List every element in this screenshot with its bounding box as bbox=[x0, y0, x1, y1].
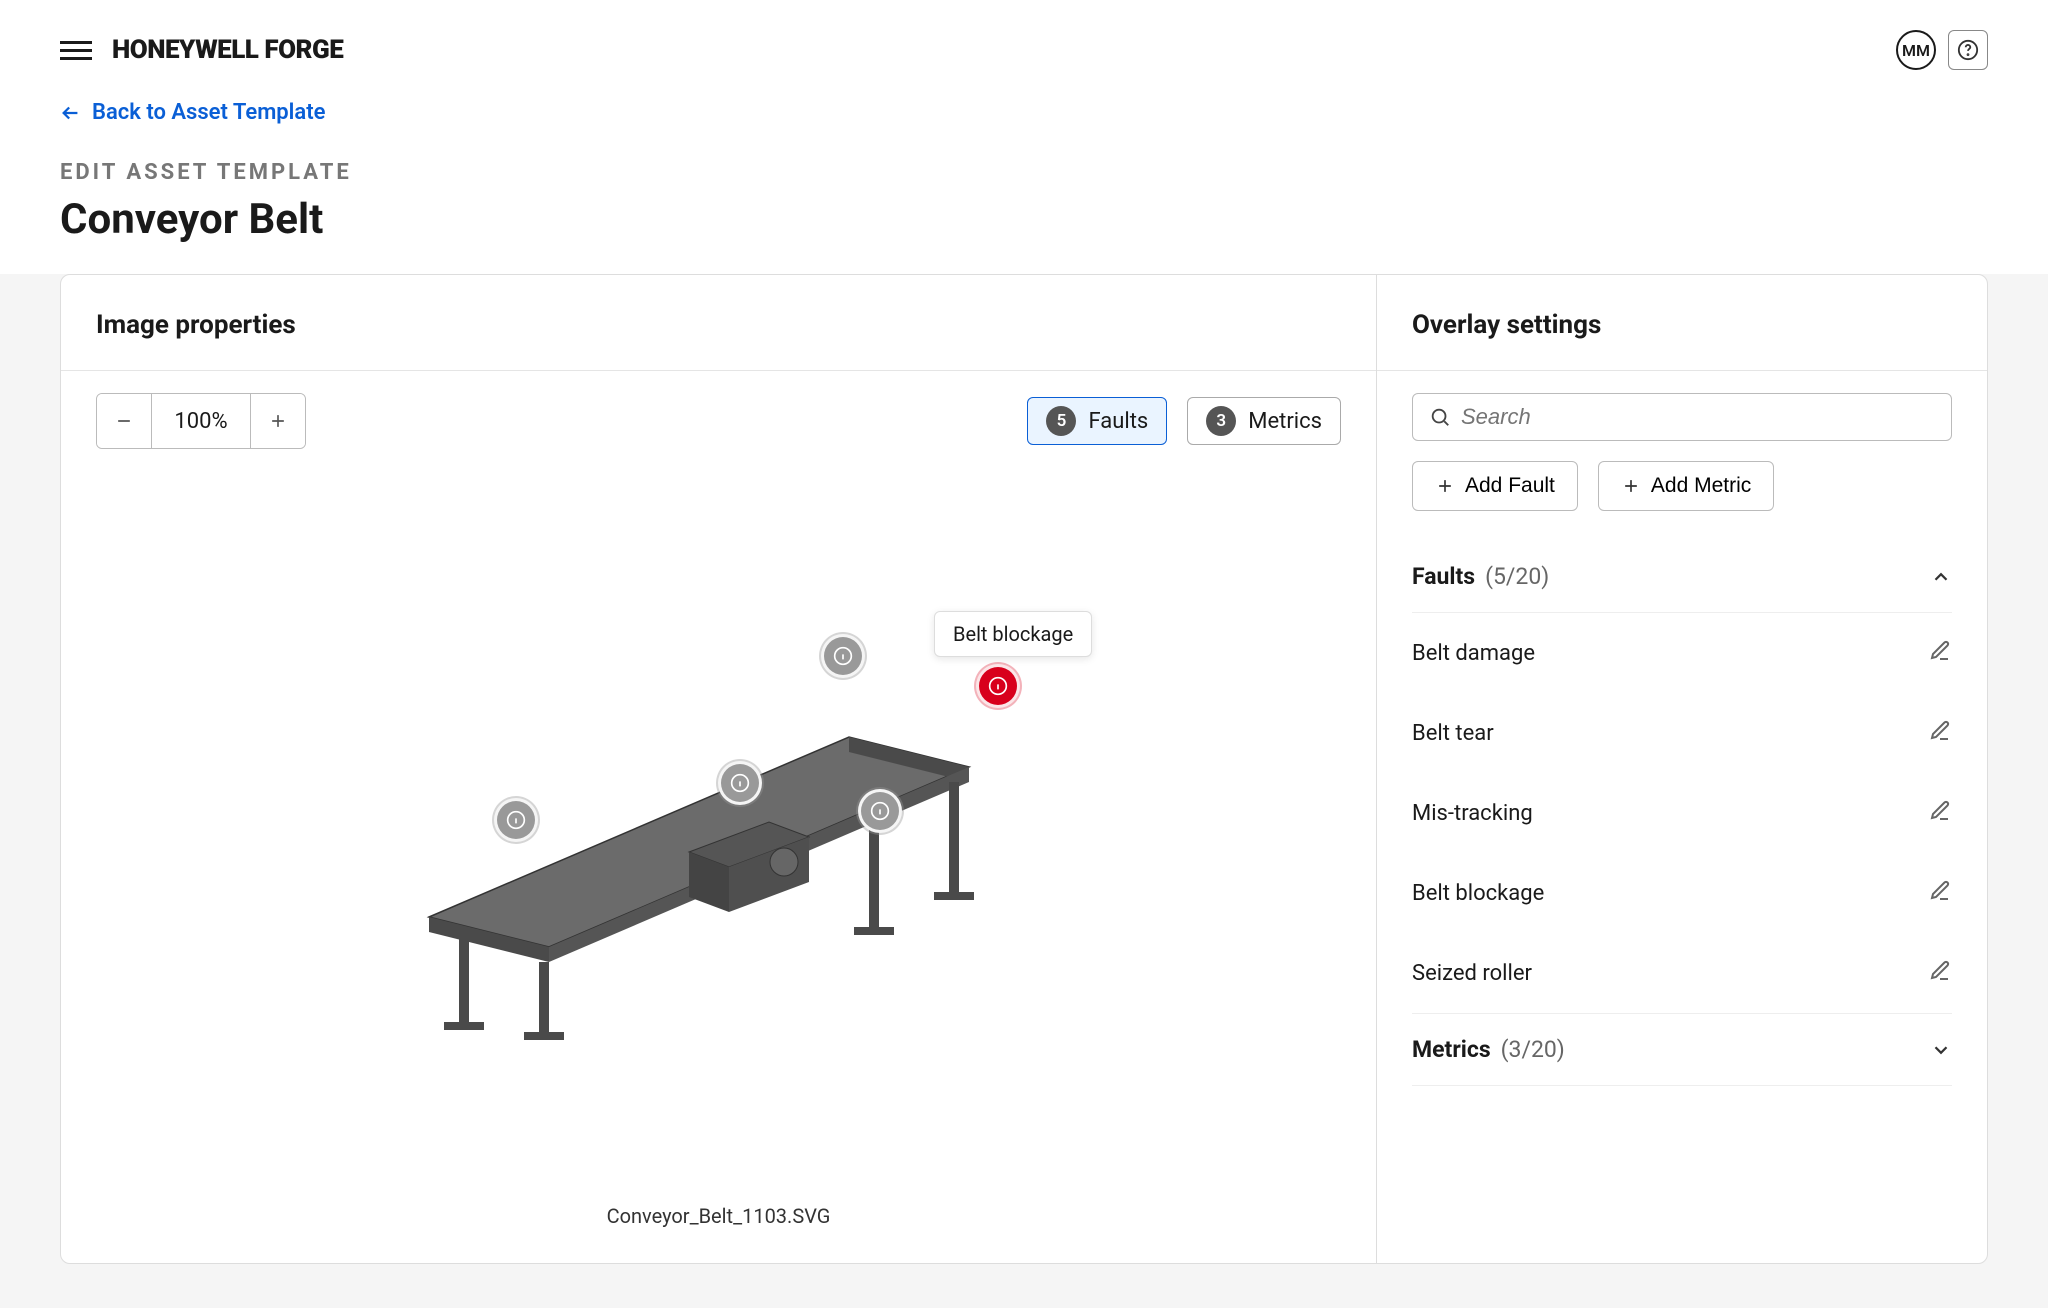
hamburger-menu-icon[interactable] bbox=[60, 34, 92, 66]
fault-item: Belt tear bbox=[1412, 693, 1952, 773]
faults-toggle[interactable]: 5 Faults bbox=[1027, 397, 1167, 445]
edit-button[interactable] bbox=[1928, 959, 1952, 987]
edit-icon bbox=[1928, 719, 1952, 743]
edit-icon bbox=[1928, 639, 1952, 663]
chevron-up-icon bbox=[1930, 566, 1952, 588]
metrics-count-badge: 3 bbox=[1206, 406, 1236, 436]
faults-section-header[interactable]: Faults (5/20) bbox=[1412, 541, 1952, 613]
info-icon bbox=[988, 676, 1008, 696]
metrics-section-header[interactable]: Metrics (3/20) bbox=[1412, 1014, 1952, 1086]
conveyor-image bbox=[409, 687, 1029, 1047]
edit-icon bbox=[1928, 799, 1952, 823]
page-overline: EDIT ASSET TEMPLATE bbox=[60, 160, 1988, 185]
fault-item: Belt blockage bbox=[1412, 853, 1952, 933]
zoom-value: 100% bbox=[151, 394, 251, 448]
image-filename: Conveyor_Belt_1103.SVG bbox=[61, 1204, 1376, 1228]
arrow-left-icon bbox=[60, 102, 82, 124]
search-input-wrap[interactable] bbox=[1412, 393, 1952, 441]
metrics-section-label: Metrics bbox=[1412, 1036, 1491, 1063]
zoom-in-button[interactable] bbox=[251, 394, 305, 448]
info-icon bbox=[833, 646, 853, 666]
avatar[interactable]: MM bbox=[1896, 30, 1936, 70]
edit-button[interactable] bbox=[1928, 639, 1952, 667]
back-link-label: Back to Asset Template bbox=[92, 100, 325, 125]
zoom-control: 100% bbox=[96, 393, 306, 449]
metrics-section-count: (3/20) bbox=[1501, 1036, 1565, 1063]
help-button[interactable] bbox=[1948, 30, 1988, 70]
info-icon bbox=[730, 773, 750, 793]
fault-marker[interactable] bbox=[718, 761, 762, 805]
fault-item-label: Belt damage bbox=[1412, 641, 1535, 666]
metrics-toggle[interactable]: 3 Metrics bbox=[1187, 397, 1341, 445]
edit-button[interactable] bbox=[1928, 799, 1952, 827]
edit-button[interactable] bbox=[1928, 719, 1952, 747]
fault-item-label: Seized roller bbox=[1412, 961, 1532, 986]
fault-item: Mis-tracking bbox=[1412, 773, 1952, 853]
metrics-toggle-label: Metrics bbox=[1248, 409, 1322, 434]
fault-item: Belt damage bbox=[1412, 613, 1952, 693]
help-icon bbox=[1957, 39, 1979, 61]
back-link[interactable]: Back to Asset Template bbox=[60, 100, 325, 125]
edit-icon bbox=[1928, 879, 1952, 903]
plus-icon bbox=[1435, 476, 1455, 496]
faults-count-badge: 5 bbox=[1046, 406, 1076, 436]
chevron-down-icon bbox=[1930, 1039, 1952, 1061]
fault-item-label: Belt tear bbox=[1412, 721, 1494, 746]
minus-icon bbox=[114, 411, 134, 431]
add-fault-button[interactable]: Add Fault bbox=[1412, 461, 1578, 511]
fault-item-label: Mis-tracking bbox=[1412, 801, 1533, 826]
marker-tooltip: Belt blockage bbox=[934, 611, 1092, 657]
faults-toggle-label: Faults bbox=[1088, 409, 1148, 434]
fault-marker-belt-blockage[interactable] bbox=[976, 664, 1020, 708]
right-panel-title: Overlay settings bbox=[1412, 310, 1952, 340]
edit-button[interactable] bbox=[1928, 879, 1952, 907]
plus-icon bbox=[1621, 476, 1641, 496]
page-title: Conveyor Belt bbox=[60, 195, 1988, 244]
fault-marker[interactable] bbox=[494, 798, 538, 842]
brand-logo: HONEYWELL FORGE bbox=[112, 35, 343, 65]
add-metric-button[interactable]: Add Metric bbox=[1598, 461, 1774, 511]
info-icon bbox=[870, 801, 890, 821]
fault-item: Seized roller bbox=[1412, 933, 1952, 1014]
add-metric-label: Add Metric bbox=[1651, 474, 1751, 498]
plus-icon bbox=[268, 411, 288, 431]
left-panel-title: Image properties bbox=[96, 310, 1341, 340]
faults-section-label: Faults bbox=[1412, 563, 1475, 590]
faults-section-count: (5/20) bbox=[1485, 563, 1549, 590]
edit-icon bbox=[1928, 959, 1952, 983]
fault-item-label: Belt blockage bbox=[1412, 881, 1544, 906]
add-fault-label: Add Fault bbox=[1465, 474, 1555, 498]
search-icon bbox=[1429, 406, 1451, 428]
fault-marker[interactable] bbox=[858, 789, 902, 833]
zoom-out-button[interactable] bbox=[97, 394, 151, 448]
search-input[interactable] bbox=[1461, 404, 1935, 430]
fault-marker[interactable] bbox=[821, 634, 865, 678]
info-icon bbox=[506, 810, 526, 830]
